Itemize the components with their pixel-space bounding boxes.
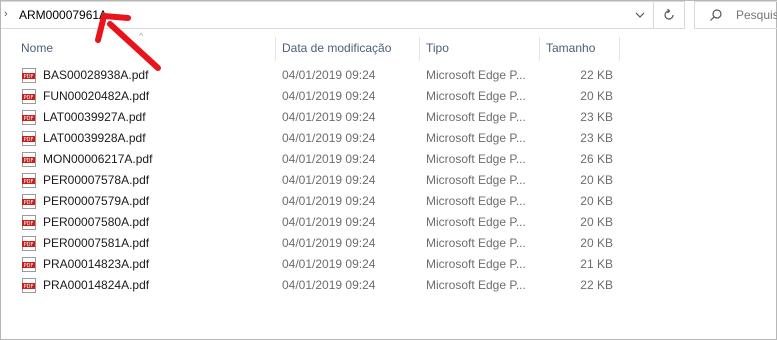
file-date: 04/01/2019 09:24 (282, 215, 376, 229)
file-name[interactable]: PER00007578A.pdf (43, 170, 149, 191)
svg-text:PDF: PDF (24, 221, 34, 227)
file-size: 22 KB (580, 278, 613, 292)
file-row[interactable]: PDF MON00006217A.pdf 04/01/2019 09:24 Mi… (1, 149, 776, 170)
file-row[interactable]: PDF FUN00020482A.pdf 04/01/2019 09:24 Mi… (1, 86, 776, 107)
column-divider[interactable] (539, 37, 540, 61)
pdf-file-icon: PDF (22, 215, 36, 230)
file-name[interactable]: FUN00020482A.pdf (43, 86, 149, 107)
file-size: 20 KB (580, 194, 613, 208)
column-divider[interactable] (419, 37, 420, 61)
column-header-type[interactable]: Tipo (426, 37, 449, 61)
file-date: 04/01/2019 09:24 (282, 68, 376, 82)
file-row[interactable]: PDF PER00007581A.pdf 04/01/2019 09:24 Mi… (1, 233, 776, 254)
file-type: Microsoft Edge P... (426, 278, 526, 292)
file-date: 04/01/2019 09:24 (282, 194, 376, 208)
file-size: 20 KB (580, 173, 613, 187)
file-date: 04/01/2019 09:24 (282, 173, 376, 187)
file-size: 21 KB (580, 257, 613, 271)
file-name[interactable]: LAT00039927A.pdf (43, 107, 146, 128)
file-size: 20 KB (580, 236, 613, 250)
svg-text:PDF: PDF (24, 137, 34, 143)
pdf-file-icon: PDF (22, 89, 36, 104)
file-type: Microsoft Edge P... (426, 257, 526, 271)
svg-text:PDF: PDF (24, 242, 34, 248)
svg-text:PDF: PDF (24, 74, 34, 80)
file-name[interactable]: PER00007581A.pdf (43, 233, 149, 254)
column-header-size[interactable]: Tamanho (546, 37, 595, 61)
file-date: 04/01/2019 09:24 (282, 278, 376, 292)
red-arrow-icon (95, 13, 161, 71)
file-type: Microsoft Edge P... (426, 215, 526, 229)
column-header-date[interactable]: Data de modificação (282, 37, 391, 61)
search-input[interactable]: Pesquis (736, 8, 777, 22)
file-size: 26 KB (580, 152, 613, 166)
file-type: Microsoft Edge P... (426, 68, 526, 82)
svg-text:PDF: PDF (24, 158, 34, 164)
file-row[interactable]: PDF LAT00039928A.pdf 04/01/2019 09:24 Mi… (1, 128, 776, 149)
file-row[interactable]: PDF PER00007578A.pdf 04/01/2019 09:24 Mi… (1, 170, 776, 191)
file-date: 04/01/2019 09:24 (282, 110, 376, 124)
file-type: Microsoft Edge P... (426, 89, 526, 103)
file-name[interactable]: PER00007580A.pdf (43, 212, 149, 233)
file-size: 20 KB (580, 215, 613, 229)
pdf-file-icon: PDF (22, 236, 36, 251)
search-icon (710, 9, 722, 21)
refresh-button[interactable] (654, 1, 685, 29)
file-name[interactable]: LAT00039928A.pdf (43, 128, 146, 149)
pdf-file-icon: PDF (22, 110, 36, 125)
file-type: Microsoft Edge P... (426, 110, 526, 124)
file-date: 04/01/2019 09:24 (282, 152, 376, 166)
svg-text:PDF: PDF (24, 200, 34, 206)
pdf-file-icon: PDF (22, 152, 36, 167)
svg-text:PDF: PDF (24, 263, 34, 269)
file-size: 20 KB (580, 89, 613, 103)
file-date: 04/01/2019 09:24 (282, 131, 376, 145)
file-row[interactable]: PDF PRA00014823A.pdf 04/01/2019 09:24 Mi… (1, 254, 776, 275)
svg-text:PDF: PDF (24, 95, 34, 101)
pdf-file-icon: PDF (22, 194, 36, 209)
file-type: Microsoft Edge P... (426, 236, 526, 250)
refresh-icon (664, 8, 674, 20)
column-divider[interactable] (619, 37, 620, 61)
file-name[interactable]: PRA00014824A.pdf (43, 275, 149, 296)
pdf-file-icon: PDF (22, 131, 36, 146)
pdf-file-icon: PDF (22, 278, 36, 293)
file-size: 22 KB (580, 68, 613, 82)
file-type: Microsoft Edge P... (426, 152, 526, 166)
file-type: Microsoft Edge P... (426, 173, 526, 187)
file-size: 23 KB (580, 131, 613, 145)
svg-text:PDF: PDF (24, 284, 34, 290)
file-date: 04/01/2019 09:24 (282, 236, 376, 250)
file-row[interactable]: PDF PRA00014824A.pdf 04/01/2019 09:24 Mi… (1, 275, 776, 296)
file-type: Microsoft Edge P... (426, 194, 526, 208)
file-name[interactable]: PER00007579A.pdf (43, 191, 149, 212)
file-row[interactable]: PDF PER00007579A.pdf 04/01/2019 09:24 Mi… (1, 191, 776, 212)
svg-text:PDF: PDF (24, 179, 34, 185)
chevron-down-icon[interactable] (633, 7, 647, 23)
file-row[interactable]: PDF LAT00039927A.pdf 04/01/2019 09:24 Mi… (1, 107, 776, 128)
file-type: Microsoft Edge P... (426, 131, 526, 145)
file-row[interactable]: PDF PER00007580A.pdf 04/01/2019 09:24 Mi… (1, 212, 776, 233)
file-name[interactable]: MON00006217A.pdf (43, 149, 152, 170)
column-header-name[interactable]: Nome (21, 37, 53, 61)
breadcrumb-chevron-icon[interactable]: › (4, 8, 8, 20)
file-name[interactable]: PRA00014823A.pdf (43, 254, 149, 275)
pdf-file-icon: PDF (22, 68, 36, 83)
file-size: 23 KB (580, 110, 613, 124)
pdf-file-icon: PDF (22, 257, 36, 272)
column-divider[interactable] (275, 37, 276, 61)
file-date: 04/01/2019 09:24 (282, 257, 376, 271)
svg-text:PDF: PDF (24, 116, 34, 122)
file-date: 04/01/2019 09:24 (282, 89, 376, 103)
pdf-file-icon: PDF (22, 173, 36, 188)
search-box[interactable]: Pesquis (694, 1, 777, 29)
